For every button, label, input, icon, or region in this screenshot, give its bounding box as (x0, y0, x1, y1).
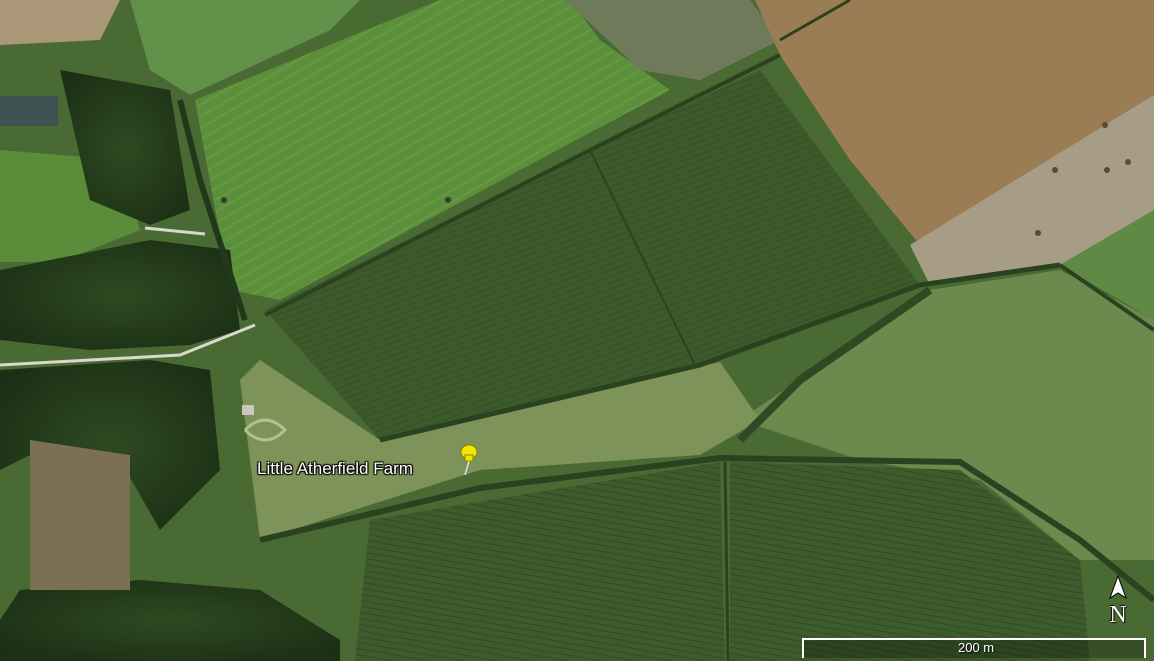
scale-label: 200 m (958, 640, 995, 655)
hay-bale (1052, 167, 1058, 173)
satellite-map[interactable]: Little Atherfield Farm N 200 m (0, 0, 1154, 661)
scale-bar: 200 m (802, 636, 1148, 658)
hay-bale (221, 197, 227, 203)
farm-building (242, 405, 254, 415)
north-label: N (1109, 602, 1127, 628)
hay-bale (1104, 167, 1110, 173)
field-bottom-left-bare (30, 440, 130, 590)
yellow-pushpin-icon[interactable] (456, 441, 482, 479)
pond (0, 96, 58, 126)
hay-bale (445, 197, 451, 203)
hay-bale (1035, 230, 1041, 236)
aerial-imagery[interactable] (0, 0, 1154, 661)
hay-bale (1102, 122, 1108, 128)
placemark-label[interactable]: Little Atherfield Farm (257, 459, 413, 479)
hay-bale (1125, 159, 1131, 165)
